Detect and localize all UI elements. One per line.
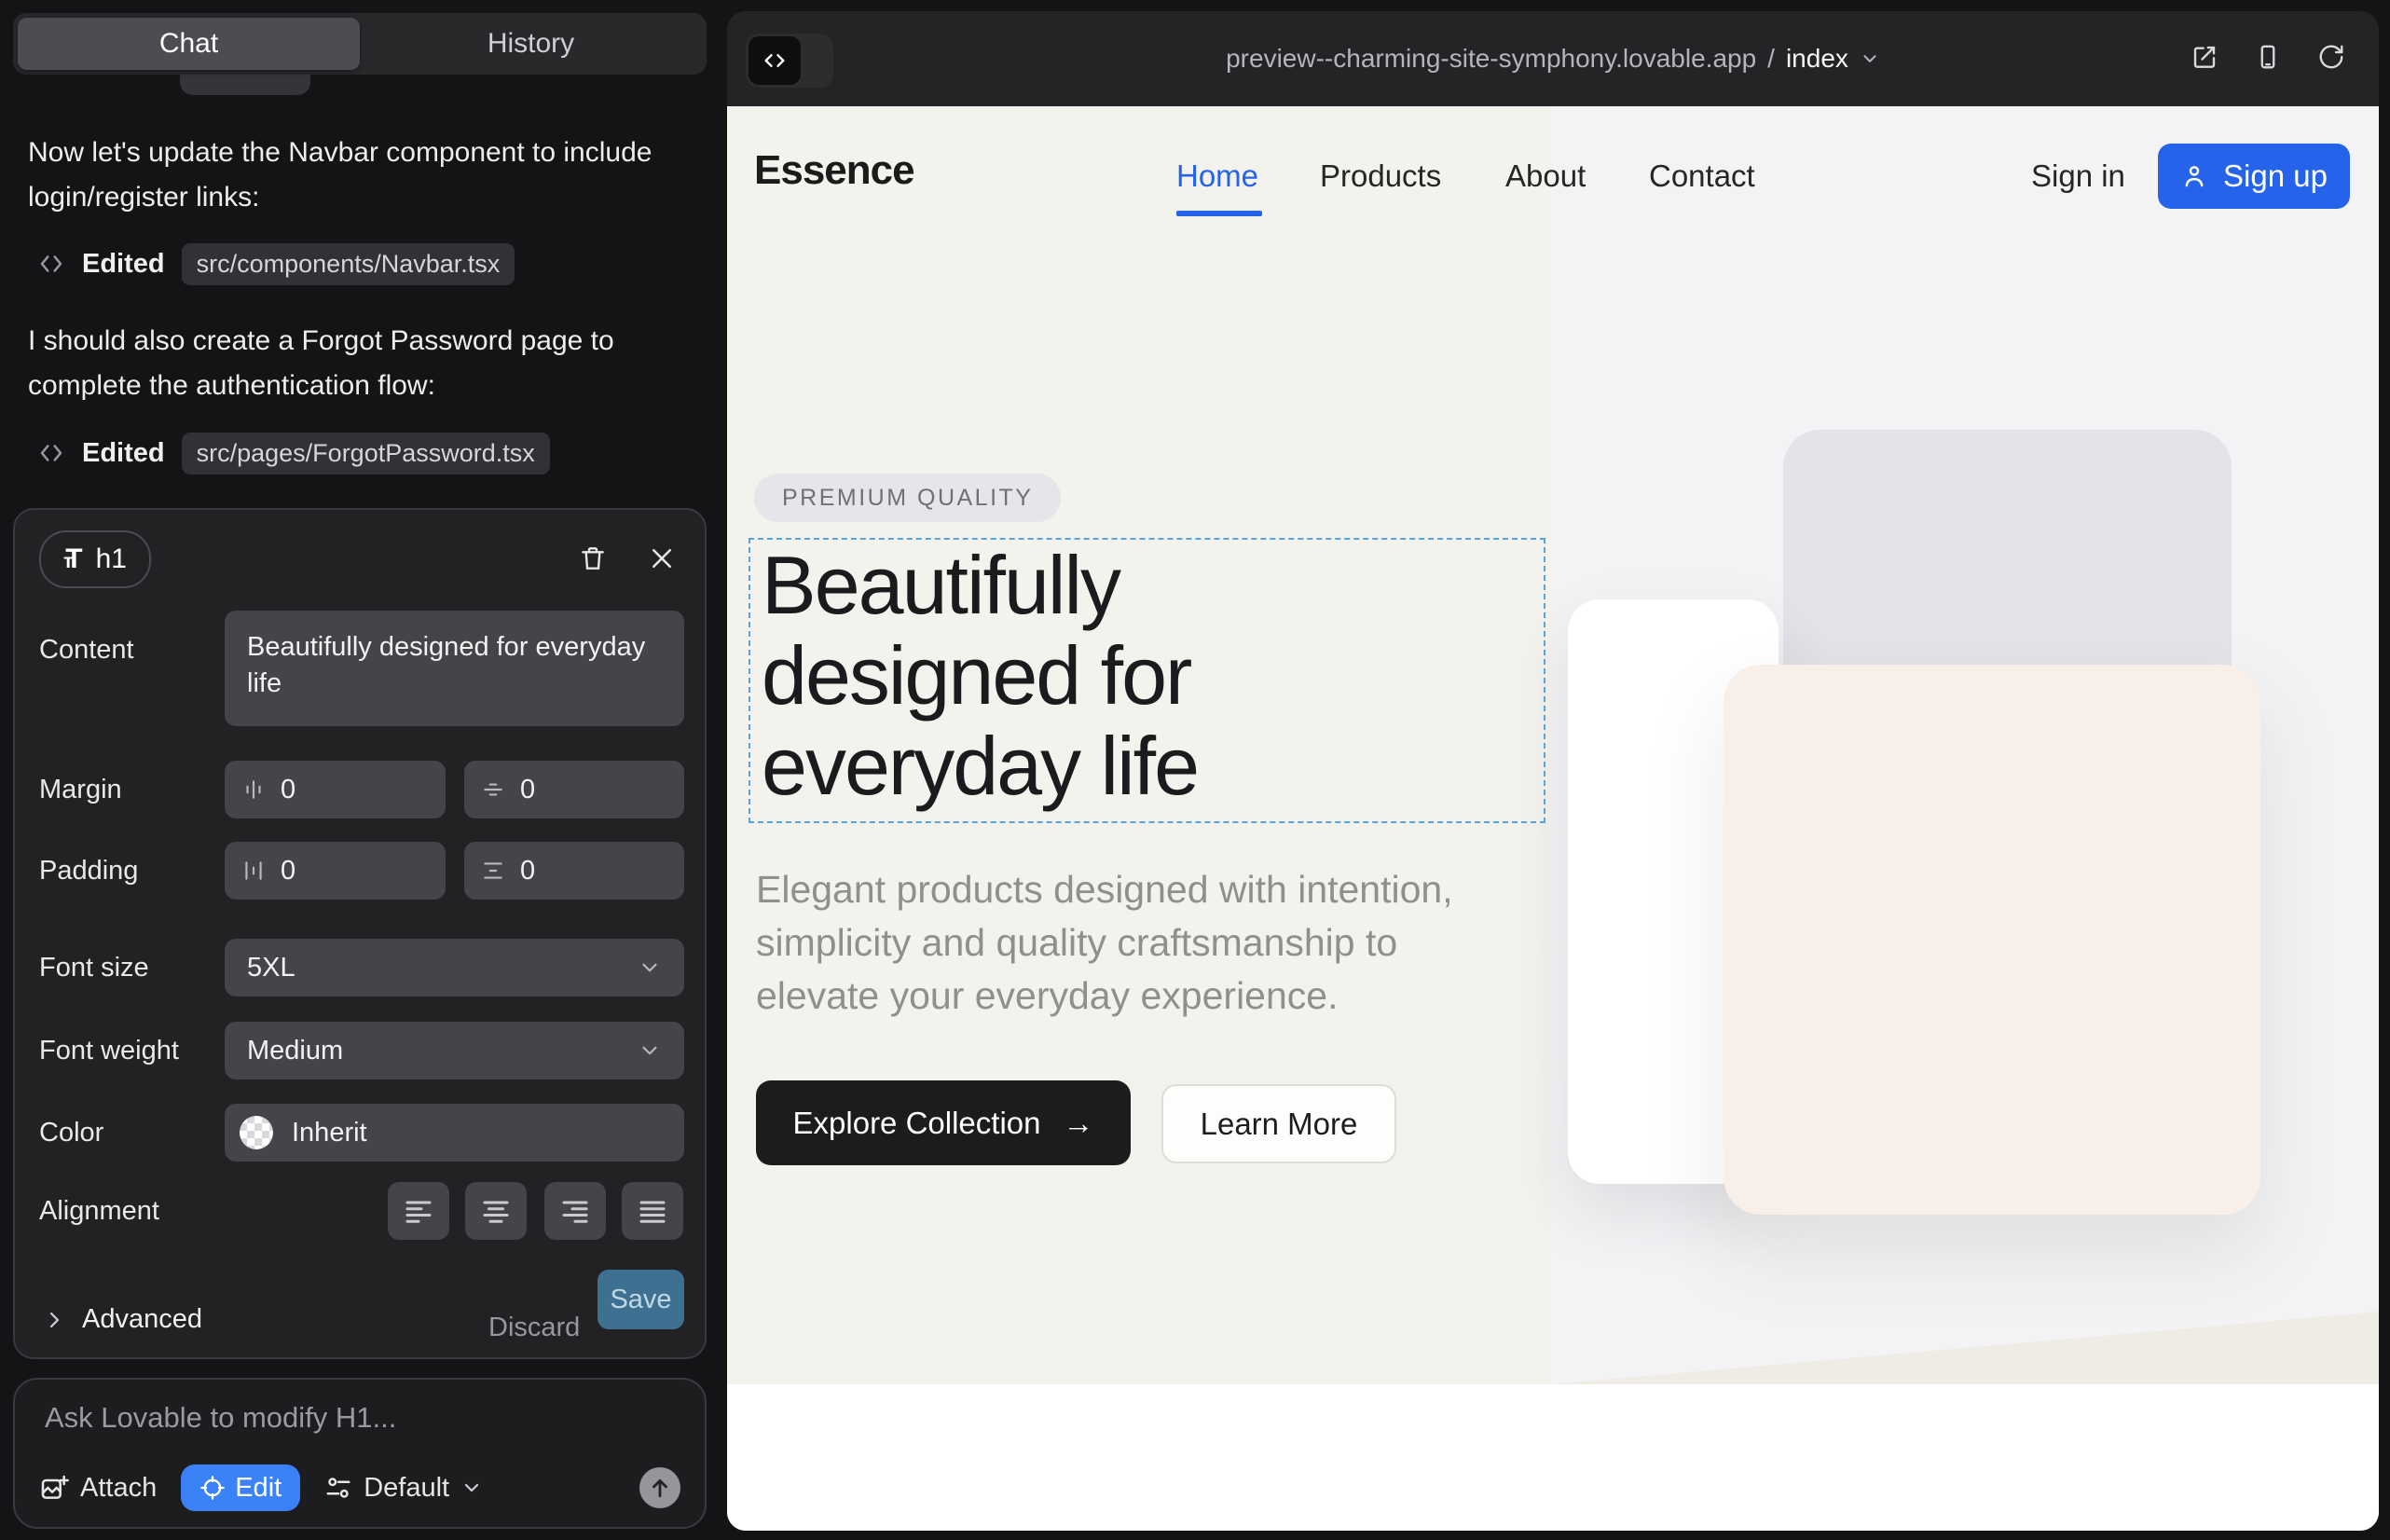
content-input[interactable]: Beautifully designed for everyday life	[225, 611, 684, 726]
refresh-icon[interactable]	[2317, 43, 2345, 71]
align-right-icon	[558, 1194, 592, 1228]
explore-collection-button[interactable]: Explore Collection →	[756, 1080, 1131, 1165]
save-button[interactable]: Save	[598, 1270, 684, 1329]
edited-file-row: Edited src/pages/ForgotPassword.tsx	[37, 432, 550, 474]
align-justify-button[interactable]	[622, 1182, 683, 1240]
padding-vertical-icon	[481, 859, 505, 883]
chevron-right-icon	[43, 1309, 65, 1331]
file-chip[interactable]: src/components/Navbar.tsx	[182, 243, 515, 285]
padding-x-input[interactable]: 0	[225, 842, 446, 900]
element-editor-panel: тT h1 Content Beautifully designed for e…	[13, 508, 707, 1359]
chat-message: Now let's update the Navbar component to…	[28, 131, 680, 220]
mode-select[interactable]: Default	[324, 1473, 483, 1504]
browser-actions	[2191, 43, 2345, 71]
font-weight-select[interactable]: Medium	[225, 1022, 684, 1079]
content-label: Content	[39, 622, 134, 678]
align-center-icon	[479, 1194, 513, 1228]
chevron-down-icon	[1860, 48, 1880, 69]
sliders-icon	[324, 1474, 352, 1502]
margin-vertical-icon	[481, 777, 505, 802]
padding-horizontal-icon	[241, 859, 266, 883]
code-icon	[762, 48, 788, 74]
padding-label: Padding	[39, 842, 138, 900]
site-logo[interactable]: Essence	[754, 147, 914, 194]
discard-button[interactable]: Discard	[488, 1304, 580, 1351]
arrow-right-icon: →	[1063, 1106, 1093, 1141]
tab-chat[interactable]: Chat	[18, 18, 360, 70]
sign-in-link[interactable]: Sign in	[2031, 158, 2125, 194]
nav-link-about[interactable]: About	[1505, 158, 1586, 194]
tab-history[interactable]: History	[360, 18, 702, 70]
mobile-view-icon[interactable]	[2254, 43, 2282, 71]
nav-link-products[interactable]: Products	[1320, 158, 1441, 194]
hero-paragraph: Elegant products designed with intention…	[756, 863, 1502, 1023]
edit-mode-button[interactable]: Edit	[181, 1464, 300, 1511]
edited-label: Edited	[82, 438, 165, 469]
preview-view-segment[interactable]	[801, 36, 831, 85]
close-editor-button[interactable]	[641, 538, 682, 579]
code-icon	[37, 250, 65, 278]
chat-history-tabs: Chat History	[13, 13, 707, 75]
align-justify-icon	[636, 1194, 669, 1228]
element-tag-chip: тT h1	[39, 530, 151, 588]
selected-element-outline[interactable]: Beautifully designed for everyday life	[749, 538, 1545, 823]
element-tag-label: h1	[96, 543, 127, 575]
user-icon	[2180, 162, 2208, 190]
url-host: preview--charming-site-symphony.lovable.…	[1226, 44, 1756, 74]
crosshair-icon	[199, 1475, 226, 1501]
url-page: index	[1786, 44, 1848, 74]
align-left-icon	[402, 1194, 435, 1228]
decor-card-beige	[1724, 665, 2260, 1215]
code-icon	[37, 439, 65, 467]
browser-url-bar[interactable]: preview--charming-site-symphony.lovable.…	[727, 11, 2379, 106]
app-window: Chat History Now let's update the Navbar…	[0, 0, 2390, 1540]
delete-element-button[interactable]	[572, 538, 613, 579]
typography-icon: тT	[63, 543, 83, 575]
image-plus-icon	[39, 1473, 69, 1503]
hero-heading[interactable]: Beautifully designed for everyday life	[762, 540, 1284, 811]
align-right-button[interactable]	[544, 1182, 606, 1240]
nav-link-contact[interactable]: Contact	[1649, 158, 1755, 194]
margin-y-input[interactable]: 0	[464, 761, 684, 818]
composer-toolbar: Attach Edit Default	[39, 1464, 680, 1512]
align-center-button[interactable]	[465, 1182, 527, 1240]
attach-button[interactable]: Attach	[39, 1473, 157, 1504]
open-external-icon[interactable]	[2191, 43, 2218, 71]
align-left-button[interactable]	[388, 1182, 449, 1240]
font-size-select[interactable]: 5XL	[225, 939, 684, 997]
font-size-label: Font size	[39, 939, 149, 997]
file-chip[interactable]: src/pages/ForgotPassword.tsx	[182, 433, 550, 474]
hero-badge: PREMIUM QUALITY	[754, 474, 1061, 522]
color-select[interactable]: Inherit	[225, 1104, 684, 1162]
alignment-label: Alignment	[39, 1182, 159, 1240]
margin-horizontal-icon	[241, 777, 266, 802]
chat-message: I should also create a Forgot Password p…	[28, 319, 680, 408]
chat-composer: Attach Edit Default	[13, 1378, 707, 1529]
edited-file-row: Edited src/components/Navbar.tsx	[37, 242, 515, 285]
color-label: Color	[39, 1104, 103, 1162]
padding-y-input[interactable]: 0	[464, 842, 684, 900]
composer-input[interactable]	[43, 1400, 662, 1436]
nav-link-home[interactable]: Home	[1176, 158, 1258, 194]
chevron-down-icon	[638, 956, 662, 980]
nav-active-underline	[1176, 211, 1262, 216]
margin-x-input[interactable]: 0	[225, 761, 446, 818]
edited-label: Edited	[82, 249, 165, 280]
preview-page: Essence Home Products About Contact Sign…	[727, 106, 2379, 1531]
preview-browser-window: preview--charming-site-symphony.lovable.…	[727, 11, 2379, 1531]
chevron-down-icon	[638, 1038, 662, 1063]
code-preview-toggle[interactable]	[746, 34, 833, 88]
font-weight-label: Font weight	[39, 1022, 179, 1079]
color-swatch	[240, 1116, 273, 1149]
advanced-toggle[interactable]: Advanced	[43, 1304, 202, 1335]
sign-up-button[interactable]: Sign up	[2158, 144, 2350, 209]
url-separator: /	[1767, 44, 1775, 74]
code-view-segment[interactable]	[749, 36, 801, 85]
chevron-down-icon	[460, 1477, 483, 1499]
arrow-up-icon	[648, 1476, 672, 1500]
learn-more-button[interactable]: Learn More	[1161, 1084, 1396, 1163]
next-section-background	[727, 1384, 2379, 1531]
margin-label: Margin	[39, 761, 122, 818]
send-button[interactable]	[639, 1467, 680, 1508]
